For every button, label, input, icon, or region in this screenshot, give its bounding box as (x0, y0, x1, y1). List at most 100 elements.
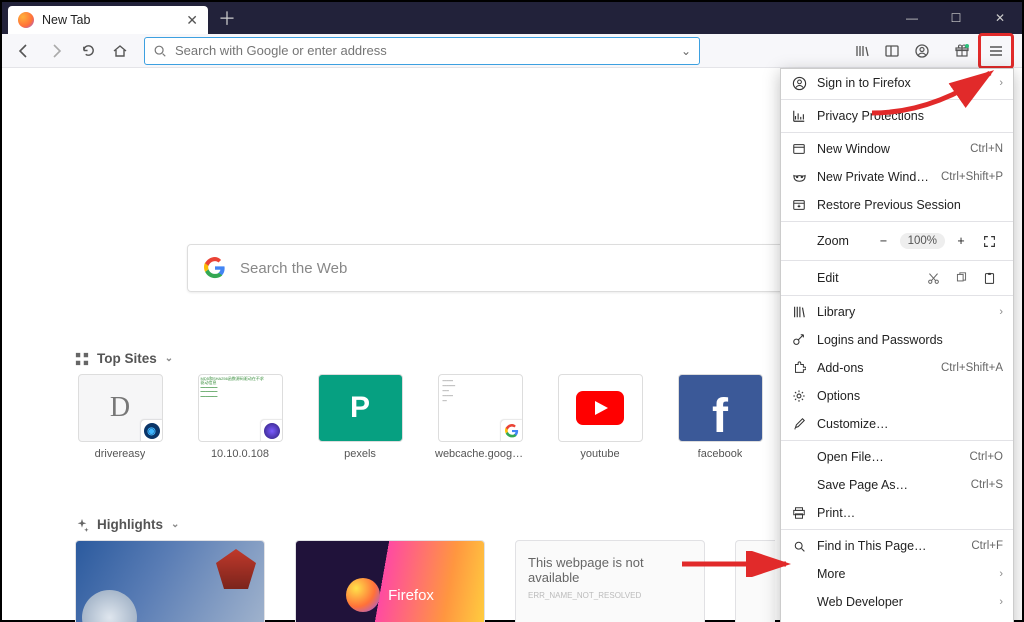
menu-restore-session[interactable]: Restore Previous Session (781, 191, 1013, 219)
grid-icon (75, 352, 89, 366)
chevron-down-icon: ⌄ (165, 353, 173, 364)
menu-open-file[interactable]: Open File… Ctrl+O (781, 443, 1013, 471)
restore-icon (791, 197, 807, 213)
cut-button[interactable] (919, 266, 947, 290)
site-favicon-icon (261, 420, 283, 442)
top-sites-grid: D ◉ drivereasy MD5和SHA256函数源码驱动在不求驱动信息━━… (75, 374, 835, 460)
zoom-in-button[interactable]: + (947, 229, 975, 253)
menu-customize[interactable]: Customize… (781, 410, 1013, 438)
highlight-card[interactable] (735, 540, 775, 622)
section-title-label: Top Sites (97, 351, 157, 366)
chevron-down-icon: ⌄ (171, 519, 179, 530)
ntp-search-box[interactable]: Search the Web (187, 244, 797, 292)
window-maximize-button[interactable]: ☐ (934, 2, 978, 34)
chart-icon (791, 108, 807, 124)
whatsnew-gift-icon[interactable] (948, 37, 976, 65)
print-icon (791, 505, 807, 521)
tile-label: 10.10.0.108 (211, 448, 269, 460)
tab-title: New Tab (42, 13, 178, 27)
zoom-out-button[interactable]: − (870, 229, 898, 253)
hamburger-highlight (978, 33, 1014, 69)
highlight-card[interactable] (75, 540, 265, 622)
tile-label: youtube (580, 448, 619, 460)
menu-options[interactable]: Options (781, 382, 1013, 410)
edit-label: Edit (791, 271, 919, 285)
search-icon (791, 538, 807, 554)
new-tab-button[interactable]: ＋ (208, 2, 246, 34)
chevron-right-icon: › (999, 306, 1003, 318)
forward-button[interactable] (42, 37, 70, 65)
site-favicon-icon: ◉ (141, 420, 163, 442)
url-bar[interactable]: ⌄ (144, 37, 700, 65)
key-icon (791, 332, 807, 348)
menu-library[interactable]: Library › (781, 298, 1013, 326)
sidebar-button[interactable] (878, 37, 906, 65)
window-close-button[interactable]: ✕ (978, 2, 1022, 34)
tile-label: facebook (698, 448, 743, 460)
top-site-tile[interactable]: f facebook (675, 374, 765, 460)
fullscreen-button[interactable] (975, 229, 1003, 253)
home-button[interactable] (106, 37, 134, 65)
highlight-card[interactable]: Firefox (295, 540, 485, 622)
window-titlebar: New Tab ✕ ＋ — ☐ ✕ (2, 2, 1022, 34)
library-icon (791, 304, 807, 320)
search-icon (153, 44, 167, 58)
google-logo-icon (204, 257, 226, 279)
menu-web-developer[interactable]: Web Developer › (781, 588, 1013, 616)
highlights-grid: Firefox This webpage is not available ER… (75, 540, 775, 622)
top-site-tile[interactable]: MD5和SHA256函数源码驱动在不求驱动信息━━━━━━━━━━━━━━━━━… (195, 374, 285, 460)
menu-privacy-protections[interactable]: Privacy Protections (781, 102, 1013, 130)
url-input[interactable] (175, 43, 673, 58)
section-top-sites[interactable]: Top Sites ⌄ (75, 351, 173, 366)
highlight-card[interactable]: This webpage is not available ERR_NAME_N… (515, 540, 705, 622)
gear-icon (791, 388, 807, 404)
top-site-tile[interactable]: P pexels (315, 374, 405, 460)
menu-addons[interactable]: Add-ons Ctrl+Shift+A (781, 354, 1013, 382)
tile-label: drivereasy (95, 448, 146, 460)
app-menu-button[interactable] (982, 37, 1010, 65)
zoom-label: Zoom (791, 234, 870, 248)
puzzle-icon (791, 360, 807, 376)
google-favicon-icon (501, 420, 523, 442)
menu-edit-row: Edit (781, 263, 1013, 293)
menu-sign-in[interactable]: Sign in to Firefox › (781, 69, 1013, 97)
menu-whats-new[interactable]: What's New › (781, 616, 1013, 622)
app-menu-panel: Sign in to Firefox › Privacy Protections… (780, 68, 1014, 622)
urlbar-dropdown-icon[interactable]: ⌄ (681, 44, 691, 58)
menu-save-page[interactable]: Save Page As… Ctrl+S (781, 471, 1013, 499)
menu-print[interactable]: Print… (781, 499, 1013, 527)
copy-button[interactable] (947, 266, 975, 290)
back-button[interactable] (10, 37, 38, 65)
window-minimize-button[interactable]: — (890, 2, 934, 34)
zoom-percent: 100% (900, 233, 945, 249)
account-button[interactable] (908, 37, 936, 65)
tile-label: webcache.googl… (435, 448, 525, 460)
card-label: Firefox (388, 587, 434, 604)
menu-more[interactable]: More › (781, 560, 1013, 588)
library-button[interactable] (848, 37, 876, 65)
menu-find-in-page[interactable]: Find in This Page… Ctrl+F (781, 532, 1013, 560)
browser-tab[interactable]: New Tab ✕ (8, 6, 208, 34)
firefox-favicon-icon (18, 12, 34, 28)
top-site-tile[interactable]: youtube (555, 374, 645, 460)
menu-new-window[interactable]: New Window Ctrl+N (781, 135, 1013, 163)
mask-icon (791, 169, 807, 185)
section-highlights[interactable]: Highlights ⌄ (75, 517, 179, 532)
chevron-right-icon: › (999, 596, 1003, 608)
account-icon (791, 75, 807, 91)
chevron-right-icon: › (999, 77, 1003, 89)
top-site-tile[interactable]: D ◉ drivereasy (75, 374, 165, 460)
top-site-tile[interactable]: ━━━━━━━━━━━━━━━━━━━━━ webcache.googl… (435, 374, 525, 460)
sparkle-icon (75, 518, 89, 532)
menu-new-private-window[interactable]: New Private Window Ctrl+Shift+P (781, 163, 1013, 191)
paste-button[interactable] (975, 266, 1003, 290)
card-message: This webpage is not available (528, 555, 692, 585)
nav-toolbar: ⌄ (2, 34, 1022, 68)
paintbrush-icon (791, 416, 807, 432)
window-icon (791, 141, 807, 157)
ntp-search-placeholder: Search the Web (240, 260, 347, 277)
tab-close-icon[interactable]: ✕ (186, 12, 198, 29)
menu-logins[interactable]: Logins and Passwords (781, 326, 1013, 354)
reload-button[interactable] (74, 37, 102, 65)
section-title-label: Highlights (97, 517, 163, 532)
